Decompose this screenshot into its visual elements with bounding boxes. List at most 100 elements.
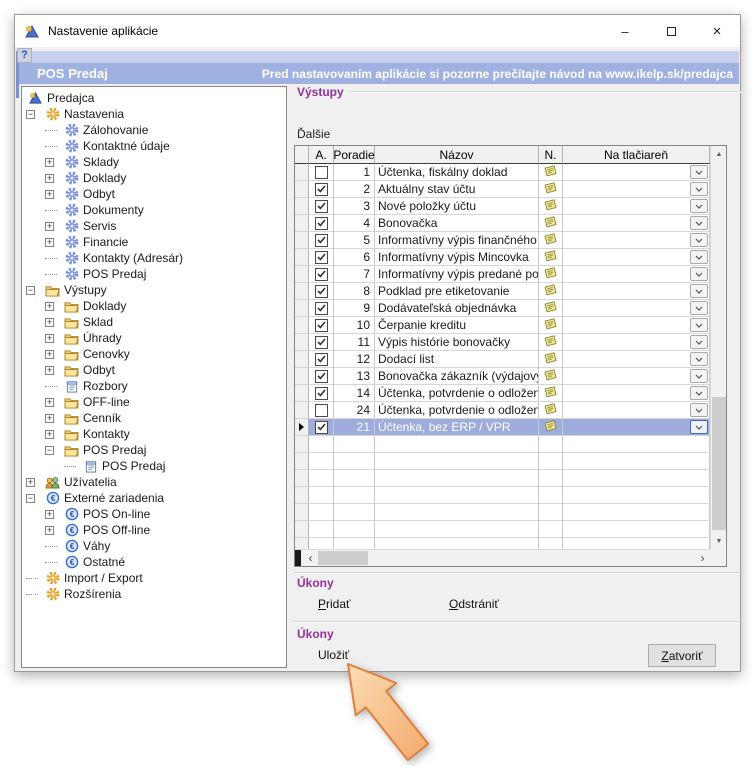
tree-expander-collapsed-icon[interactable]: +	[45, 222, 54, 231]
row-checkbox[interactable]	[315, 336, 328, 349]
tree-expander-collapsed-icon[interactable]: +	[26, 478, 35, 487]
tree-item-doklady[interactable]: +Doklady	[22, 170, 286, 186]
table-row[interactable]: 14Účtenka, potvrdenie o odložení	[295, 385, 710, 402]
tree-expander-collapsed-icon[interactable]: +	[45, 334, 54, 343]
tree-expander-expanded-icon[interactable]: −	[45, 446, 54, 455]
tree-item-extern-zariadenia[interactable]: −€Externé zariadenia	[22, 490, 286, 506]
title-bar[interactable]: Nastavenie aplikácie – ×	[15, 15, 740, 47]
row-checkbox[interactable]	[315, 421, 328, 434]
minimize-button[interactable]: –	[602, 15, 648, 47]
row-checkbox[interactable]	[315, 217, 328, 230]
tree-item-kontakty[interactable]: +Kontakty	[22, 426, 286, 442]
table-row[interactable]: 5Informatívny výpis finančného sta	[295, 232, 710, 249]
printer-dropdown-button[interactable]	[690, 233, 708, 247]
table-row[interactable]: 21Účtenka, bez ERP / VPR	[295, 419, 710, 436]
tree-expander-collapsed-icon[interactable]: +	[45, 190, 54, 199]
close-dialog-button[interactable]: Zatvoriť	[648, 644, 716, 667]
vertical-scrollbar[interactable]: ▲ ▼	[710, 146, 726, 549]
table-row[interactable]: 4Bonovačka	[295, 215, 710, 232]
tree-expander-collapsed-icon[interactable]: +	[45, 526, 54, 535]
printer-dropdown-button[interactable]	[690, 182, 708, 196]
row-checkbox[interactable]	[315, 302, 328, 315]
tree-item-financie[interactable]: +Financie	[22, 234, 286, 250]
tree-expander-collapsed-icon[interactable]: +	[45, 366, 54, 375]
horizontal-scroll-thumb[interactable]	[318, 551, 368, 565]
tree-item-roz-renia[interactable]: Rozšírenia	[22, 586, 286, 602]
tree-item-pos-predaj[interactable]: POS Predaj	[22, 458, 286, 474]
tree-item-pos-predaj[interactable]: −POS Predaj	[22, 442, 286, 458]
tree-expander-collapsed-icon[interactable]: +	[45, 414, 54, 423]
table-row[interactable]: 8Podklad pre etiketovanie	[295, 283, 710, 300]
printer-dropdown-button[interactable]	[690, 165, 708, 179]
printer-dropdown-button[interactable]	[690, 216, 708, 230]
table-row[interactable]: 24Účtenka, potvrdenie o odložení - p	[295, 402, 710, 419]
table-row[interactable]: 12Dodací list	[295, 351, 710, 368]
row-checkbox[interactable]	[315, 387, 328, 400]
tree-item-nastavenia[interactable]: −Nastavenia	[22, 106, 286, 122]
tree-expander-collapsed-icon[interactable]: +	[45, 430, 54, 439]
table-row[interactable]: 11Výpis histórie bonovačky	[295, 334, 710, 351]
tree-item-v-stupy[interactable]: −Výstupy	[22, 282, 286, 298]
tree-expander-collapsed-icon[interactable]: +	[45, 174, 54, 183]
vertical-scroll-thumb[interactable]	[712, 397, 726, 530]
printer-dropdown-button[interactable]	[690, 267, 708, 281]
tree-item-odbyt[interactable]: +Odbyt	[22, 362, 286, 378]
scroll-right-icon[interactable]: ›	[695, 550, 710, 566]
tree-expander-expanded-icon[interactable]: −	[26, 110, 35, 119]
row-checkbox[interactable]	[315, 234, 328, 247]
scroll-up-icon[interactable]: ▲	[711, 146, 727, 162]
printer-dropdown-button[interactable]	[690, 386, 708, 400]
tree-item-v-hy[interactable]: €Váhy	[22, 538, 286, 554]
tree-item-kontaktn-daje[interactable]: Kontaktné údaje	[22, 138, 286, 154]
row-checkbox[interactable]	[315, 268, 328, 281]
tree-item-doklady[interactable]: +Doklady	[22, 298, 286, 314]
help-button[interactable]: ?	[17, 48, 32, 63]
tree-expander-collapsed-icon[interactable]: +	[45, 398, 54, 407]
tree-expander-collapsed-icon[interactable]: +	[45, 350, 54, 359]
table-row[interactable]: 10Čerpanie kreditu	[295, 317, 710, 334]
row-checkbox[interactable]	[315, 370, 328, 383]
tree-item-kontakty-adres-r[interactable]: Kontakty (Adresár)	[22, 250, 286, 266]
tree-item-pos-predaj[interactable]: POS Predaj	[22, 266, 286, 282]
tree-expander-expanded-icon[interactable]: −	[26, 494, 35, 503]
row-checkbox[interactable]	[315, 166, 328, 179]
printer-dropdown-button[interactable]	[690, 318, 708, 332]
close-button[interactable]: ×	[694, 15, 740, 47]
tree-expander-collapsed-icon[interactable]: +	[45, 510, 54, 519]
printer-dropdown-button[interactable]	[690, 369, 708, 383]
tree-expander-collapsed-icon[interactable]: +	[45, 318, 54, 327]
tree-item-sklady[interactable]: +Sklady	[22, 154, 286, 170]
tree-item-z-lohovanie[interactable]: Zálohovanie	[22, 122, 286, 138]
tree-item-sklad[interactable]: +Sklad	[22, 314, 286, 330]
tree-item-import-export[interactable]: Import / Export	[22, 570, 286, 586]
scroll-left-icon[interactable]: ‹	[303, 550, 318, 566]
table-row[interactable]: 7Informatívny výpis predané položk	[295, 266, 710, 283]
tree-item-dokumenty[interactable]: Dokumenty	[22, 202, 286, 218]
row-checkbox[interactable]	[315, 285, 328, 298]
tree-item-rozbory[interactable]: Rozbory	[22, 378, 286, 394]
printer-dropdown-button[interactable]	[690, 335, 708, 349]
tree-item-cenn-k[interactable]: +Cenník	[22, 410, 286, 426]
tree-item-hrady[interactable]: +Úhrady	[22, 330, 286, 346]
table-row[interactable]: 1Účtenka, fiskálny doklad	[295, 164, 710, 181]
tree-item-u-vatelia[interactable]: +Užívatelia	[22, 474, 286, 490]
row-checkbox[interactable]	[315, 200, 328, 213]
table-row[interactable]: 9Dodávateľská objednávka	[295, 300, 710, 317]
tree-item-cenovky[interactable]: +Cenovky	[22, 346, 286, 362]
tree-expander-collapsed-icon[interactable]: +	[45, 302, 54, 311]
printer-dropdown-button[interactable]	[690, 420, 708, 434]
row-checkbox[interactable]	[315, 353, 328, 366]
printer-dropdown-button[interactable]	[690, 403, 708, 417]
tree-item-off-line[interactable]: +OFF-line	[22, 394, 286, 410]
add-button[interactable]: Pridať	[318, 597, 351, 611]
table-row[interactable]: 6Informatívny výpis Mincovka	[295, 249, 710, 266]
row-checkbox[interactable]	[315, 404, 328, 417]
tree-item-pos-off-line[interactable]: +€POS Off-line	[22, 522, 286, 538]
table-row[interactable]: 2Aktuálny stav účtu	[295, 181, 710, 198]
remove-button[interactable]: Odstrániť	[449, 597, 499, 611]
printer-dropdown-button[interactable]	[690, 250, 708, 264]
table-row[interactable]: 3Nové položky účtu	[295, 198, 710, 215]
tree-item-pos-on-line[interactable]: +€POS On-line	[22, 506, 286, 522]
tree-item-predajca[interactable]: Predajca	[22, 90, 286, 106]
printer-dropdown-button[interactable]	[690, 199, 708, 213]
